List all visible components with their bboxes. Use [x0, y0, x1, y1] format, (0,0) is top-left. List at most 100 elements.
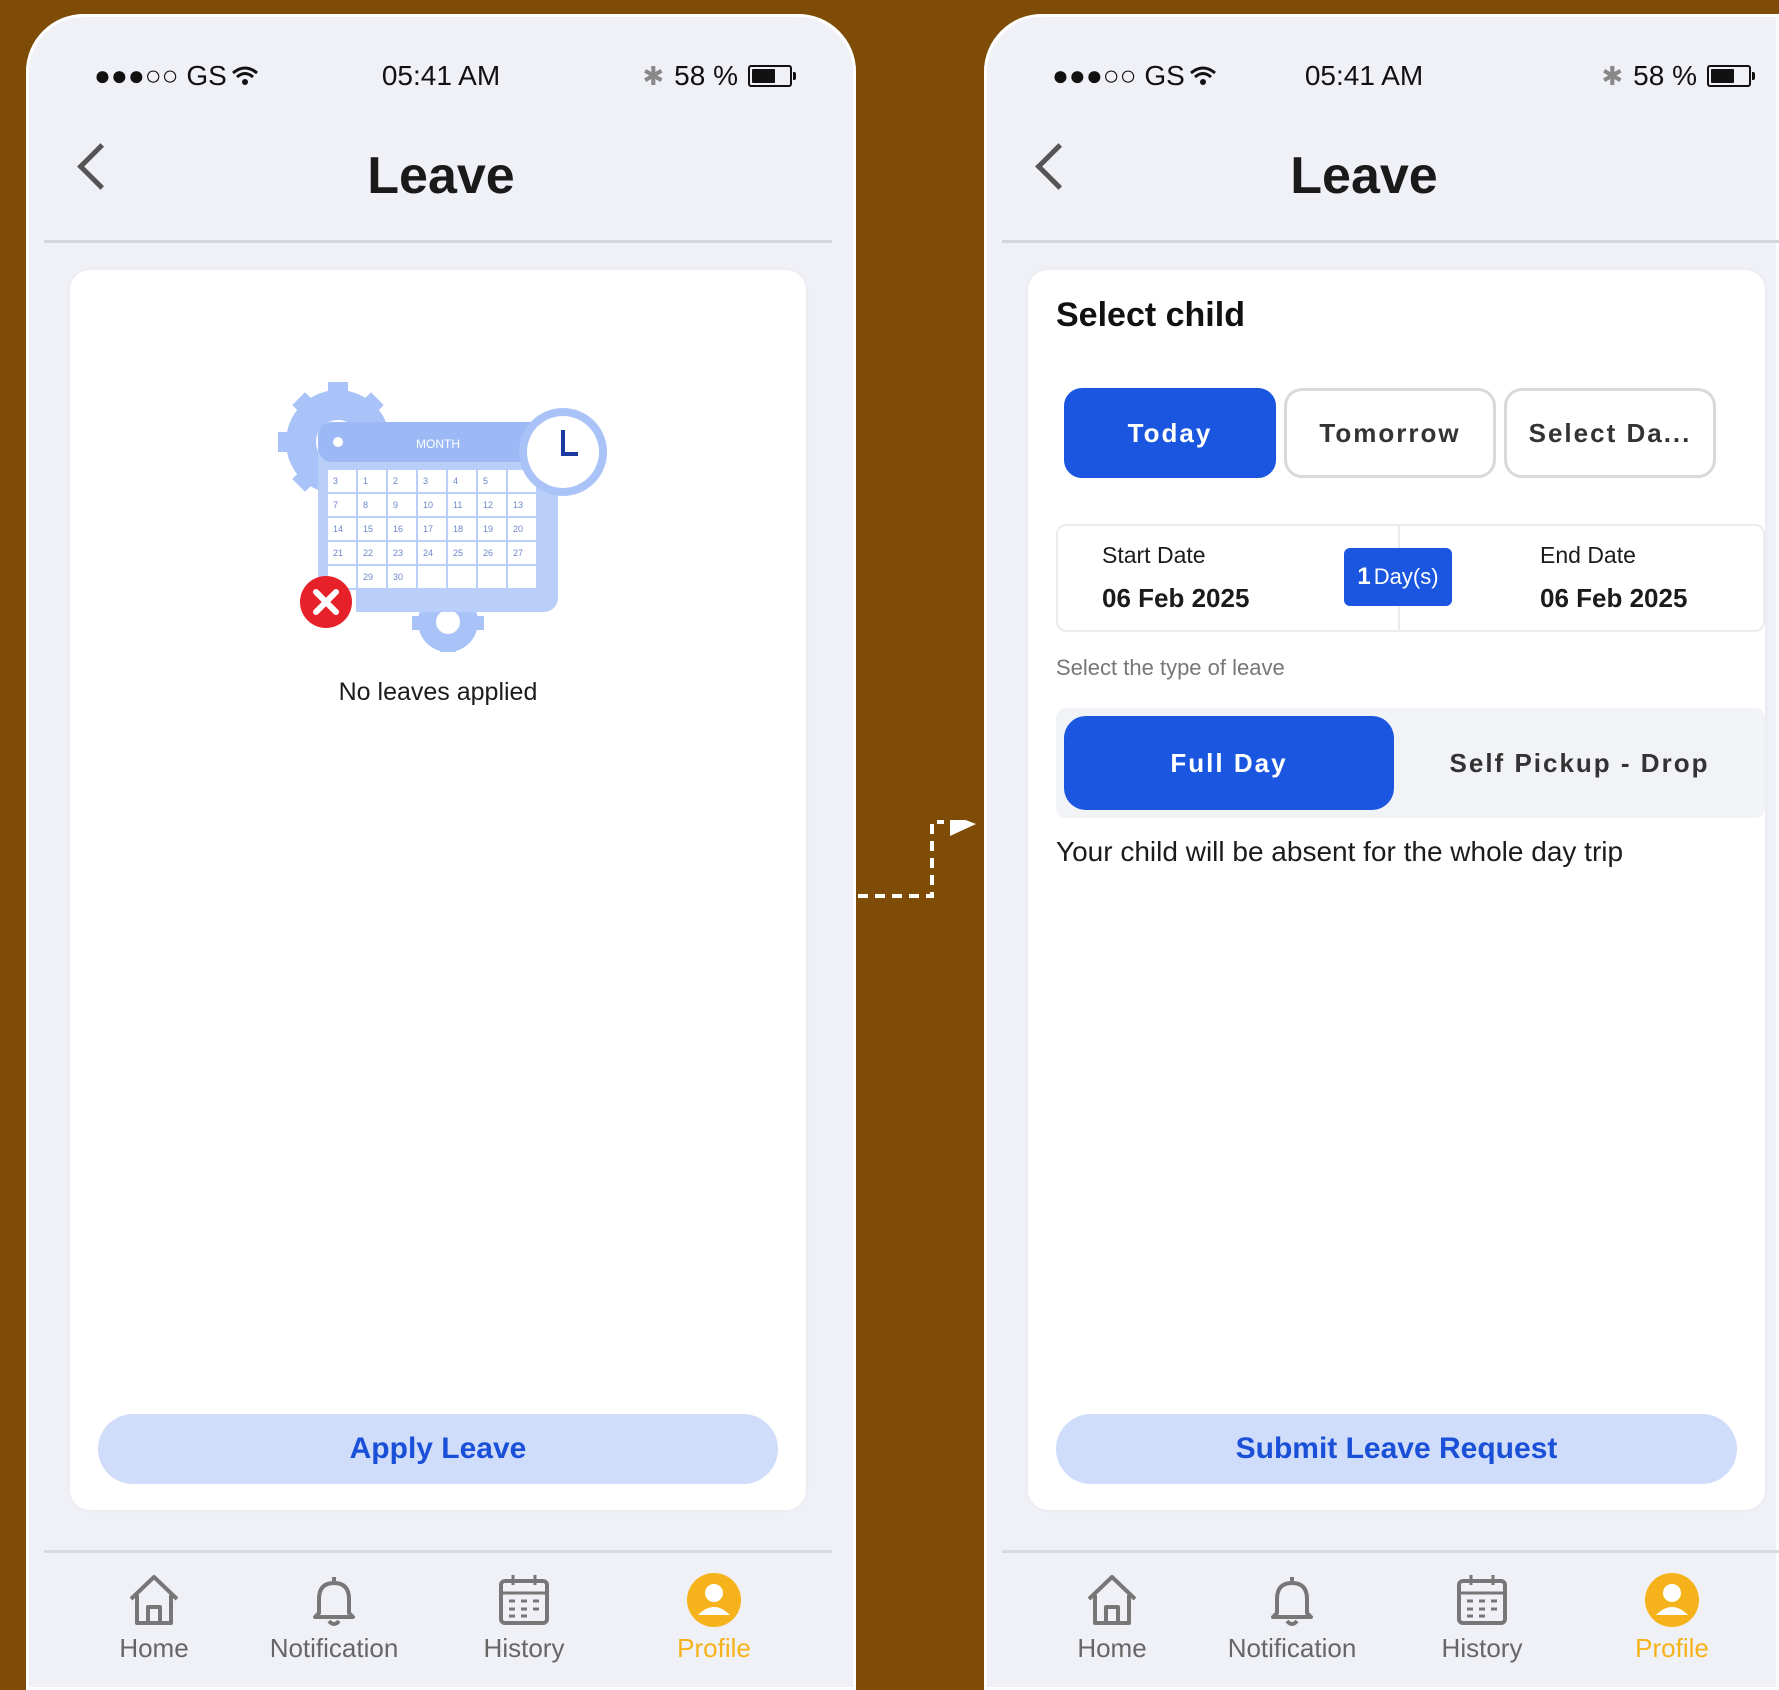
calendar-day: 17 — [423, 524, 433, 534]
nav-bar: Leave — [26, 126, 856, 242]
day-selector: Today Tomorrow Select Da... — [1064, 388, 1716, 478]
status-bar: ●●●○○ GS 05:41 AM ✱ 58 % — [984, 60, 1779, 100]
calendar-day: 4 — [453, 476, 458, 486]
date-range-box: Start Date 06 Feb 2025 1 Day(s) End Date… — [1056, 524, 1765, 632]
tab-today[interactable]: Today — [1064, 388, 1276, 478]
phone-screen-leave-form: ●●●○○ GS 05:41 AM ✱ 58 % Leave Select ch… — [984, 14, 1779, 1690]
page-title: Leave — [367, 147, 515, 205]
calendar-day: 5 — [483, 476, 488, 486]
battery-percent: 58 % — [674, 60, 738, 91]
calendar-day: 8 — [363, 500, 368, 510]
tab-profile[interactable]: Profile — [624, 1571, 804, 1664]
tab-profile-label: Profile — [1635, 1633, 1709, 1663]
calendar-day: 11 — [453, 500, 462, 510]
calendar-cell — [478, 566, 506, 588]
calendar-icon — [1457, 1575, 1507, 1625]
calendar-day: 30 — [393, 572, 403, 582]
calendar-day: 29 — [363, 572, 373, 582]
calendar-day: 7 — [333, 500, 338, 510]
calendar-cell — [508, 566, 536, 588]
tab-home-label: Home — [1077, 1633, 1147, 1663]
tab-notification-label: Notification — [269, 1633, 399, 1663]
bell-icon — [313, 1577, 355, 1626]
battery-icon — [748, 65, 796, 87]
calendar-day: 10 — [423, 500, 433, 510]
calendar-day: 2 — [393, 476, 398, 486]
phone-screen-leave-empty: ●●●○○ GS 05:41 AM ✱ 58 % Leave MONTH 3 1… — [26, 14, 856, 1690]
calendar-day: 20 — [513, 524, 523, 534]
nav-bar: Leave — [984, 126, 1779, 242]
calendar-day: 19 — [483, 524, 493, 534]
error-x-icon — [300, 576, 352, 628]
profile-icon — [1645, 1573, 1699, 1627]
home-icon — [1087, 1575, 1137, 1625]
calendar-day: 18 — [453, 524, 463, 534]
empty-calendar-illustration: MONTH 3 1 2 3 4 57 8 9 10 11 12 1314 15 16 17 18 19 2021 2… — [278, 382, 607, 652]
tab-tomorrow[interactable]: Tomorrow — [1284, 388, 1496, 478]
home-icon — [129, 1575, 179, 1625]
bluetooth-icon: ✱ — [642, 60, 665, 91]
profile-icon — [687, 1573, 741, 1627]
leave-type-description: Your child will be absent for the whole … — [1056, 836, 1624, 867]
tab-select-date[interactable]: Select Da... — [1504, 388, 1716, 478]
leave-type-label: Select the type of leave — [1056, 655, 1285, 680]
calendar-month-label: MONTH — [416, 437, 460, 451]
calendar-day: 3 — [423, 476, 428, 486]
select-child-heading: Select child — [1056, 296, 1245, 334]
bluetooth-icon: ✱ — [1601, 60, 1624, 91]
tab-history-label: History — [1441, 1633, 1523, 1663]
battery-icon — [1707, 65, 1755, 87]
calendar-day: 25 — [453, 548, 463, 558]
leave-type-selector: Full Day Self Pickup - Drop — [1056, 708, 1765, 818]
tab-history[interactable]: History — [1392, 1571, 1572, 1664]
tab-home-label: Home — [119, 1633, 189, 1663]
battery-percent: 58 % — [1633, 60, 1697, 91]
nav-divider — [44, 240, 832, 243]
page-title: Leave — [1290, 147, 1438, 205]
calendar-icon — [499, 1575, 549, 1625]
calendar-day: 23 — [393, 548, 403, 558]
end-date[interactable]: End Date 06 Feb 2025 — [1540, 542, 1687, 614]
tab-profile[interactable]: Profile — [1582, 1571, 1762, 1664]
submit-leave-request-button[interactable]: Submit Leave Request — [1056, 1414, 1737, 1484]
calendar-cell — [418, 566, 446, 588]
flow-arrow-icon — [858, 820, 976, 898]
tab-notification[interactable]: Notification — [1202, 1571, 1382, 1664]
tab-home[interactable]: Home — [1022, 1571, 1202, 1664]
tab-history-label: History — [483, 1633, 565, 1663]
day-unit: Day(s) — [1373, 564, 1439, 589]
nav-divider — [1002, 240, 1779, 243]
tab-profile-label: Profile — [677, 1633, 751, 1663]
tab-history[interactable]: History — [434, 1571, 614, 1664]
calendar-day: 21 — [333, 548, 343, 558]
tab-notification[interactable]: Notification — [244, 1571, 424, 1664]
calendar-day: 16 — [393, 524, 403, 534]
status-bar: ●●●○○ GS 05:41 AM ✱ 58 % — [26, 60, 856, 100]
calendar-day: 15 — [363, 524, 373, 534]
calendar-day: 1 — [363, 476, 368, 486]
calendar-day: 24 — [423, 548, 433, 558]
leave-type-full-day[interactable]: Full Day — [1064, 716, 1394, 810]
bottom-tab-bar: Home Notification History Profile — [1002, 1550, 1779, 1690]
calendar-day: 26 — [483, 548, 493, 558]
start-date-label: Start Date — [1102, 542, 1206, 568]
empty-state-text: No leaves applied — [338, 678, 538, 706]
calendar-day: 14 — [333, 524, 343, 534]
calendar-day: 3 — [333, 476, 338, 486]
tab-home[interactable]: Home — [64, 1571, 244, 1664]
leave-form-card: Select child Today Tomorrow Select Da...… — [1028, 270, 1765, 1510]
end-date-label: End Date — [1540, 542, 1636, 568]
calendar-day: 13 — [513, 500, 523, 510]
leave-type-self-pickup-drop[interactable]: Self Pickup - Drop — [1394, 716, 1765, 810]
tab-notification-label: Notification — [1227, 1633, 1357, 1663]
apply-leave-button[interactable]: Apply Leave — [98, 1414, 778, 1484]
start-date[interactable]: Start Date 06 Feb 2025 — [1102, 542, 1249, 614]
calendar-day: 12 — [483, 500, 493, 510]
calendar-day: 27 — [513, 548, 523, 558]
bottom-tab-bar: Home Notification History Profile — [44, 1550, 832, 1690]
bell-icon — [1271, 1577, 1313, 1626]
calendar-cell — [448, 566, 476, 588]
end-date-value: 06 Feb 2025 — [1540, 583, 1688, 613]
day-count-badge: 1 Day(s) — [1344, 548, 1452, 606]
calendar-day: 9 — [393, 500, 398, 510]
